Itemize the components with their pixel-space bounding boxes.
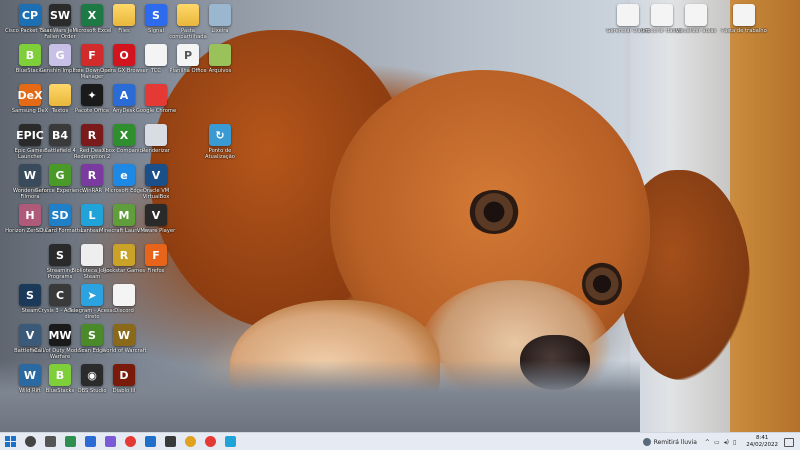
desktop-icon-label: Renderizar xyxy=(142,148,170,154)
taskbar-app-button[interactable] xyxy=(180,433,200,450)
opera-icon xyxy=(184,436,196,447)
windows-logo-icon xyxy=(4,436,16,447)
taskbar-app-button[interactable] xyxy=(160,433,180,450)
vmware-icon: V xyxy=(145,204,167,226)
file-icon xyxy=(733,4,755,26)
chrome-icon xyxy=(204,436,216,447)
battery-icon[interactable]: ▯ xyxy=(733,439,736,446)
desktop-icon[interactable]: D Diablo III xyxy=(98,364,150,412)
search-icon xyxy=(24,436,36,447)
task-view-icon xyxy=(44,436,56,447)
wallpaper-dog-eye-left xyxy=(468,190,520,234)
notification-icon[interactable] xyxy=(784,437,794,447)
desktop-icon-label: Firefox xyxy=(147,268,165,274)
desktop-icon-label: Arquivos xyxy=(208,68,232,74)
desktop-icon-label: Pasta de trabalho xyxy=(721,28,767,34)
taskbar: Remitirá lluvia ^ ▭ ◂) ▯ 8:41 24/02/2022 xyxy=(0,432,800,450)
chrome-icon xyxy=(145,84,167,106)
taskbar-app-button[interactable] xyxy=(40,433,60,450)
pen-icon xyxy=(104,436,116,447)
system-tray: Remitirá lluvia ^ ▭ ◂) ▯ 8:41 24/02/2022 xyxy=(642,433,800,450)
chrome-icon xyxy=(124,436,136,447)
taskbar-app-button[interactable] xyxy=(60,433,80,450)
taskbar-app-button[interactable] xyxy=(140,433,160,450)
desktop-icon-label: Discord xyxy=(114,308,134,314)
taskbar-app-button[interactable] xyxy=(20,433,40,450)
weather-text: Remitirá lluvia xyxy=(653,438,697,446)
tray-chevron-up-icon[interactable]: ^ xyxy=(705,439,710,446)
desktop-icon-label: Ponto de Atualização xyxy=(205,148,235,160)
desktop-icon-label: Visualizar aulas xyxy=(675,28,717,34)
recycle-bin-icon xyxy=(209,4,231,26)
update-icon: ↻ xyxy=(209,124,231,146)
desktop-icon-label: Lixeira xyxy=(211,28,229,34)
app-icon xyxy=(164,436,176,447)
diablo-icon: D xyxy=(113,364,135,386)
clock-date: 24/02/2022 xyxy=(746,442,778,448)
desktop-icon-label: Oracle VM VirtualBox xyxy=(142,188,170,200)
virtualbox-icon: V xyxy=(145,164,167,186)
firefox-icon: F xyxy=(145,244,167,266)
weather-icon xyxy=(642,438,651,446)
start-button[interactable] xyxy=(0,433,20,450)
warcraft-icon: W xyxy=(113,324,135,346)
taskbar-app-button[interactable] xyxy=(220,433,240,450)
taskbar-app-button[interactable] xyxy=(80,433,100,450)
desktop-icon[interactable]: Visualizar aulas xyxy=(670,4,722,52)
desktop-icon-label: VMware Player xyxy=(136,228,176,234)
mail-icon xyxy=(144,436,156,447)
desktop-icon-label: Diablo III xyxy=(112,388,136,394)
taskbar-app-button[interactable] xyxy=(100,433,120,450)
desktop: CP Cisco Packet Tracer SW Star Wars Jedi: F… xyxy=(0,0,800,432)
desktop-icon[interactable]: ↻ Ponto de Atualização xyxy=(194,124,246,172)
taskbar-app-button[interactable] xyxy=(200,433,220,450)
taskbar-pinned-apps xyxy=(20,433,240,450)
clock[interactable]: 8:41 24/02/2022 xyxy=(746,435,778,449)
desktop-icon-label: Google Chrome xyxy=(135,108,177,114)
clock-time: 8:41 xyxy=(755,435,769,441)
desktop-icon-label: World of Warcraft xyxy=(101,348,147,354)
files-icon xyxy=(224,436,236,447)
store-icon xyxy=(84,436,96,447)
volume-icon[interactable]: ◂) xyxy=(724,439,729,446)
taskbar-app-button[interactable] xyxy=(120,433,140,450)
archive-icon xyxy=(209,44,231,66)
weather-widget[interactable]: Remitirá lluvia xyxy=(642,438,697,446)
file-icon xyxy=(685,4,707,26)
desktop-icon[interactable]: Arquivos xyxy=(194,44,246,92)
wallpaper-dog-eye-right xyxy=(582,262,622,306)
desktop-icon[interactable]: Pasta de trabalho xyxy=(718,4,770,52)
network-icon[interactable]: ▭ xyxy=(714,439,720,446)
file-icon xyxy=(113,284,135,306)
spreadsheet-icon xyxy=(64,436,76,447)
render-icon xyxy=(145,124,167,146)
